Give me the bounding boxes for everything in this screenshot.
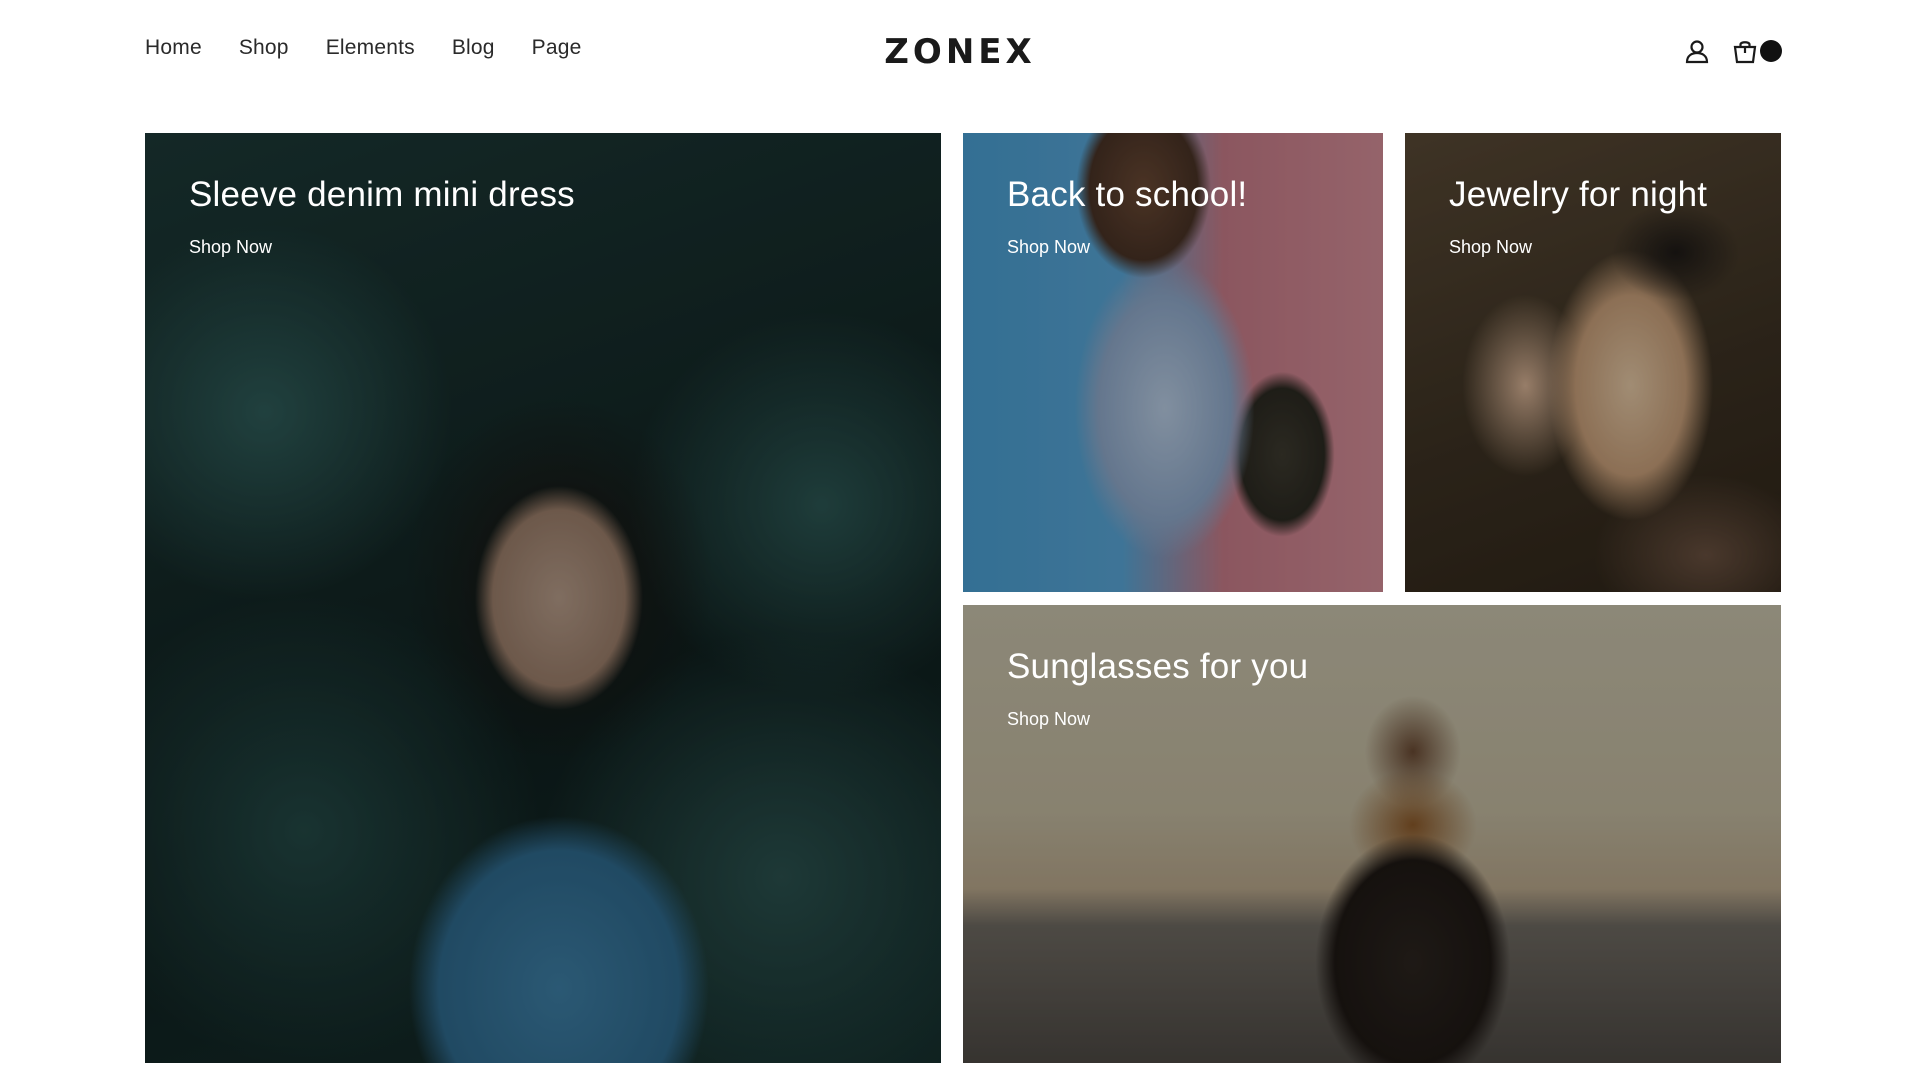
nav-link-blog[interactable]: Blog bbox=[452, 36, 495, 59]
site-header: Home Shop Elements Blog Page ZONEX bbox=[0, 0, 1920, 110]
banner-title: Back to school! bbox=[1007, 175, 1248, 214]
nav-link-elements[interactable]: Elements bbox=[326, 36, 415, 59]
nav-item-elements: Elements bbox=[326, 36, 415, 60]
account-button[interactable] bbox=[1684, 38, 1710, 64]
site-logo[interactable]: ZONEX bbox=[884, 32, 1035, 72]
nav-item-blog: Blog bbox=[452, 36, 495, 60]
user-icon bbox=[1685, 40, 1709, 64]
banner-title: Sleeve denim mini dress bbox=[189, 175, 575, 214]
cart-count-badge bbox=[1760, 40, 1782, 62]
header-actions bbox=[1684, 38, 1782, 64]
nav-link-shop[interactable]: Shop bbox=[239, 36, 289, 59]
nav-item-shop: Shop bbox=[239, 36, 289, 60]
banner-back-to-school[interactable]: Back to school! Shop Now bbox=[963, 133, 1383, 592]
shop-now-link[interactable]: Shop Now bbox=[1007, 709, 1090, 730]
banner-title: Sunglasses for you bbox=[1007, 647, 1309, 686]
shop-now-link[interactable]: Shop Now bbox=[1449, 237, 1532, 258]
nav-list: Home Shop Elements Blog Page bbox=[145, 36, 582, 60]
banner-title: Jewelry for night bbox=[1449, 175, 1708, 214]
banner-sunglasses[interactable]: Sunglasses for you Shop Now bbox=[963, 605, 1781, 1063]
banner-denim-dress[interactable]: Sleeve denim mini dress Shop Now bbox=[145, 133, 941, 1063]
shop-now-link[interactable]: Shop Now bbox=[189, 237, 272, 258]
banner-overlay bbox=[145, 133, 941, 1063]
nav-item-home: Home bbox=[145, 36, 202, 60]
banner-jewelry[interactable]: Jewelry for night Shop Now bbox=[1405, 133, 1781, 592]
shopping-bag-icon bbox=[1733, 41, 1757, 64]
shop-now-link[interactable]: Shop Now bbox=[1007, 237, 1090, 258]
nav-link-page[interactable]: Page bbox=[532, 36, 582, 59]
nav-link-home[interactable]: Home bbox=[145, 36, 202, 59]
cart-button[interactable] bbox=[1732, 38, 1782, 64]
nav-item-page: Page bbox=[532, 36, 582, 60]
